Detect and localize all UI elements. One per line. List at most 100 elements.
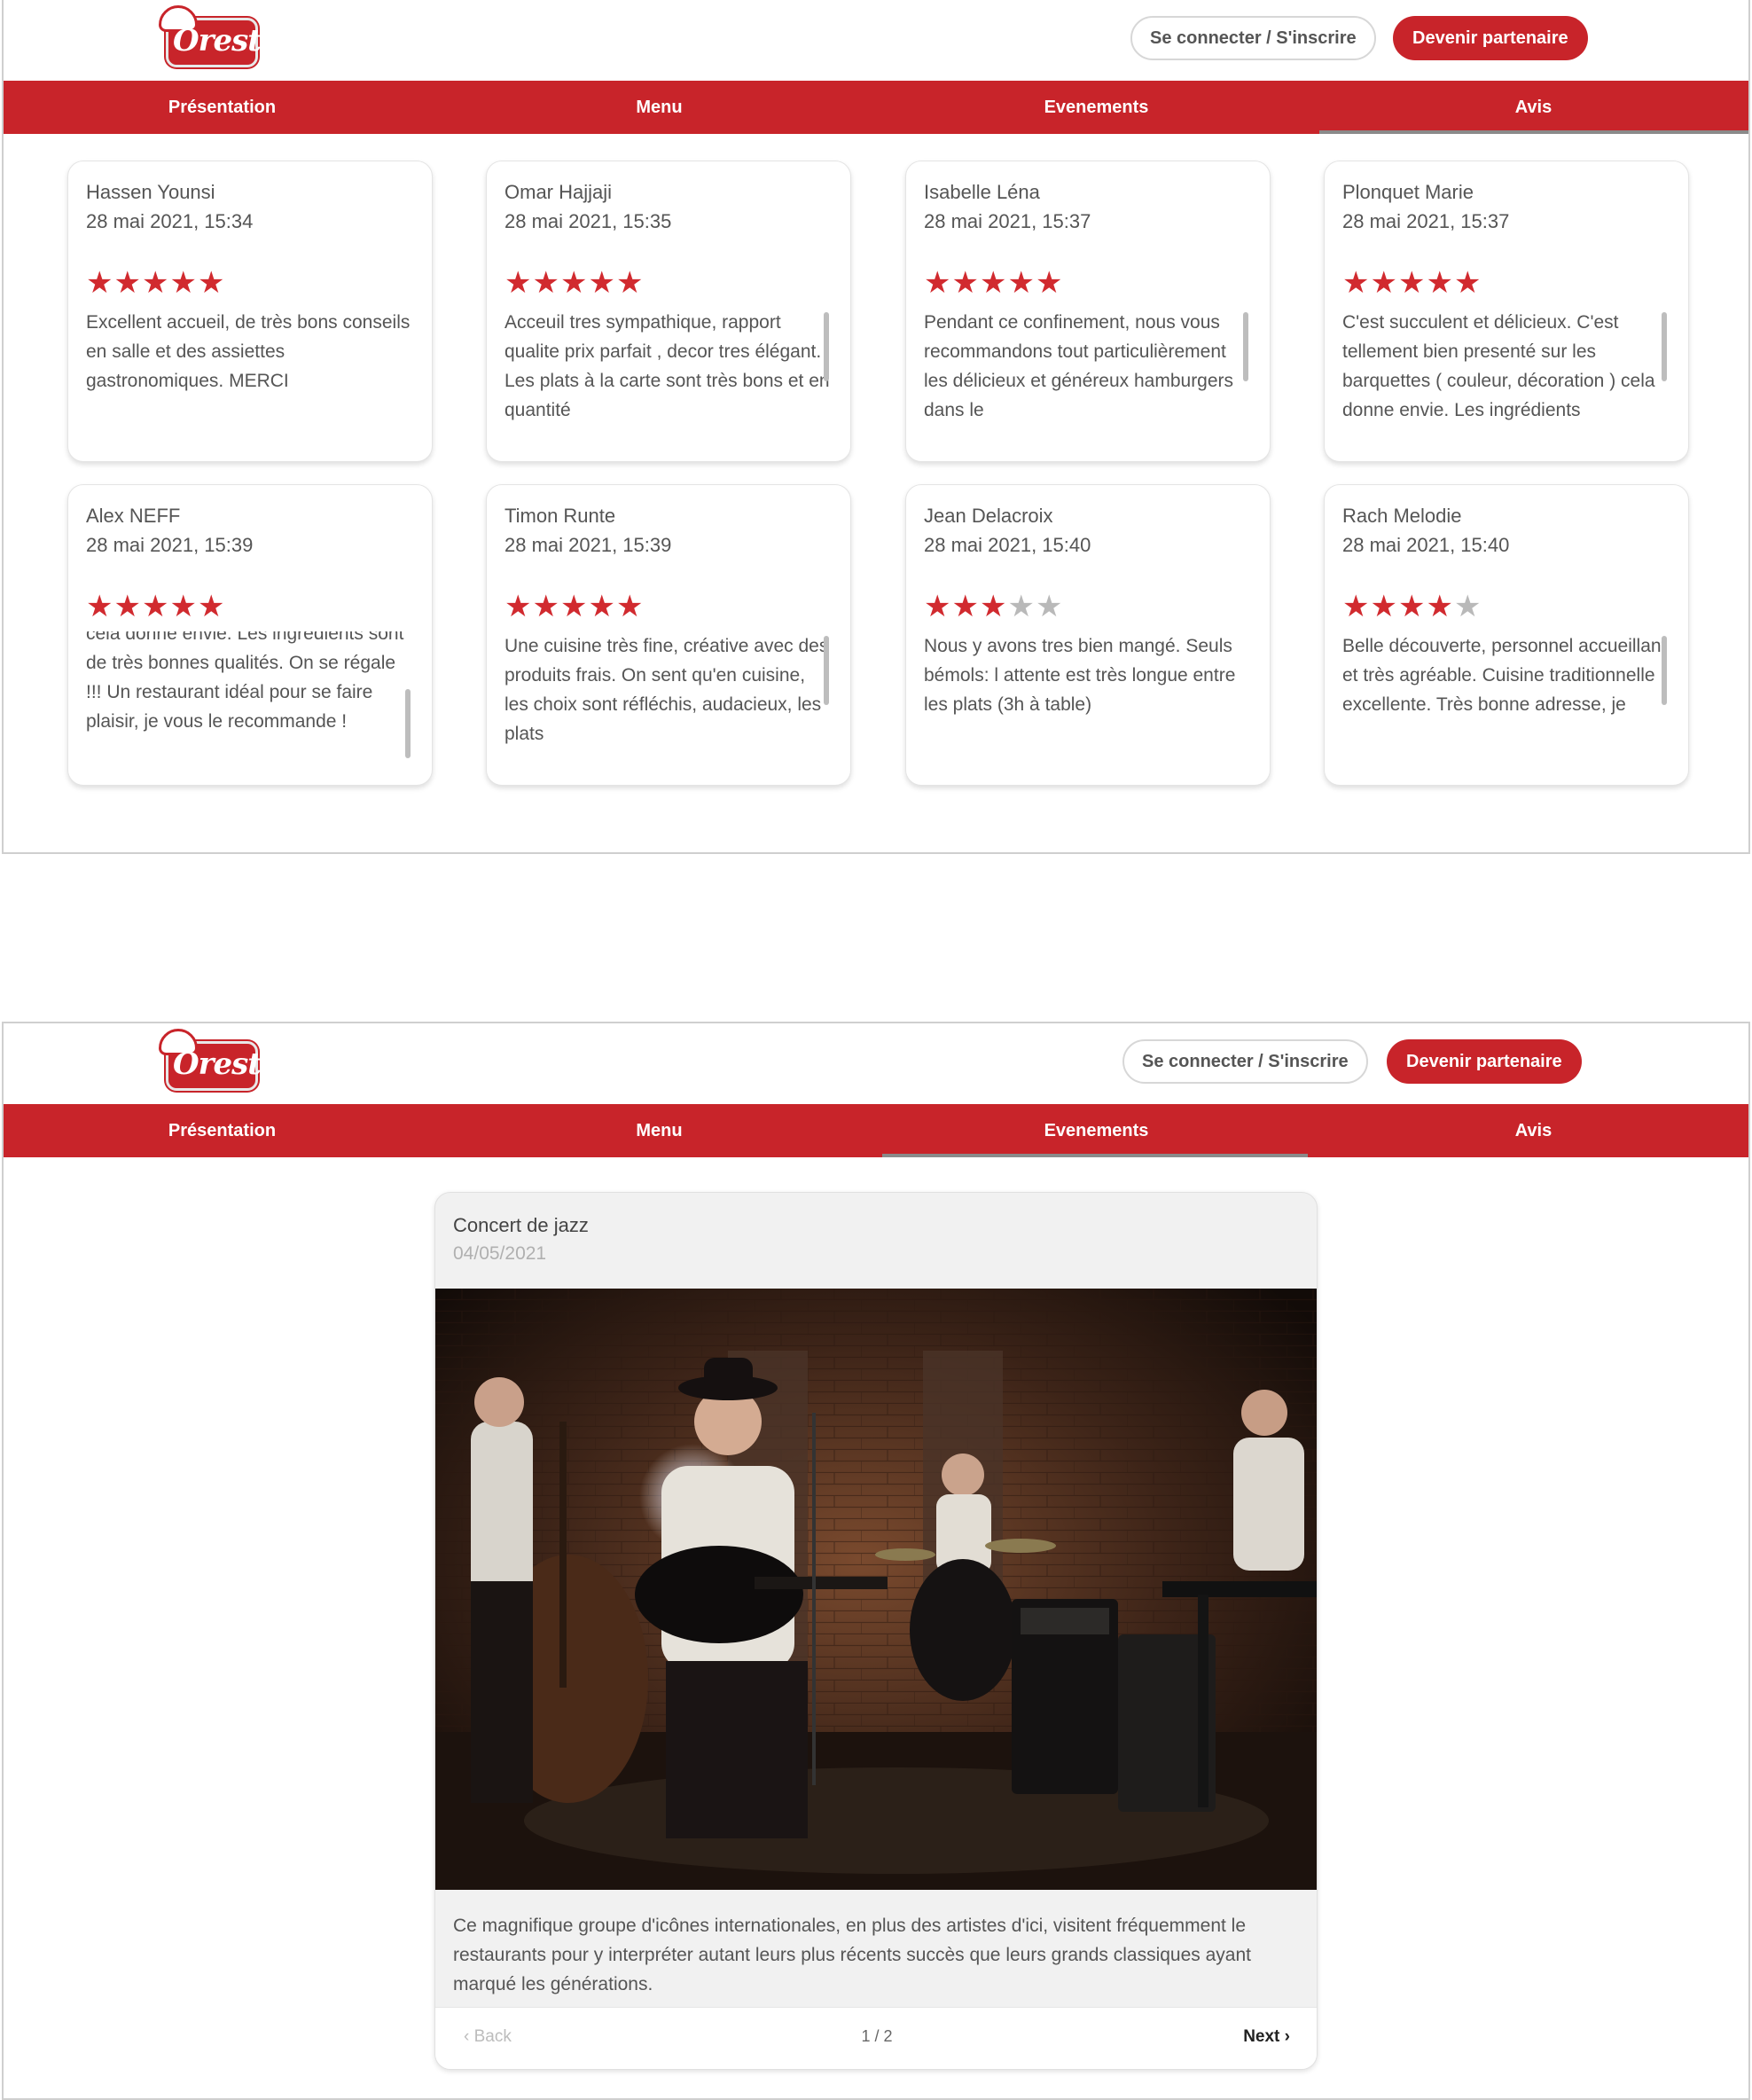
scrollbar[interactable] — [405, 689, 411, 758]
review-card: Jean Delacroix 28 mai 2021, 15:40 ★★★★★ Nou… — [905, 484, 1271, 786]
review-text: Une cuisine très fine, créative avec des… — [504, 636, 829, 744]
star-rating: ★★★★★ — [1342, 268, 1482, 298]
tab-avis[interactable]: Avis — [1315, 81, 1748, 134]
review-card: Omar Hajjaji 28 mai 2021, 15:35 ★★★★★ Acceu… — [486, 161, 851, 462]
become-partner-button[interactable]: Devenir partenaire — [1393, 16, 1588, 60]
review-card: Isabelle Léna 28 mai 2021, 15:37 ★★★★★ Pend… — [905, 161, 1271, 462]
chevron-right-icon: › — [1279, 2027, 1290, 2046]
event-date: 04/05/2021 — [453, 1243, 547, 1264]
star-icon: ★ — [1426, 266, 1454, 300]
review-text-scroll[interactable]: Nous y avons tres bien mangé. Seuls bémo… — [924, 631, 1250, 747]
active-tab-indicator — [882, 1154, 1308, 1157]
review-author: Alex NEFF — [86, 505, 181, 527]
review-card: Plonquet Marie 28 mai 2021, 15:37 ★★★★★ C'e… — [1324, 161, 1689, 462]
site-header: Oresto Se connecter / S'inscrire Devenir… — [4, 1023, 1748, 1104]
tab-evenements[interactable]: Evenements — [878, 81, 1315, 134]
review-text: Acceuil tres sympathique, rapport qualit… — [504, 312, 830, 420]
star-icon: ★ — [1035, 590, 1064, 623]
oresto-logo[interactable]: Oresto — [159, 5, 281, 67]
star-rating: ★★★★★ — [924, 592, 1063, 622]
main-nav: Présentation Menu Evenements Avis — [4, 81, 1748, 134]
star-icon: ★ — [1426, 590, 1454, 623]
star-icon: ★ — [615, 590, 645, 623]
review-text-scroll[interactable]: cela donne envie. Les ingrédients sont d… — [86, 631, 412, 747]
scrollbar[interactable] — [824, 636, 829, 705]
review-author: Jean Delacroix — [924, 505, 1053, 527]
review-text-scroll[interactable]: Acceuil tres sympathique, rapport qualit… — [504, 308, 831, 423]
site-header: Oresto Se connecter / S'inscrire Devenir… — [4, 0, 1748, 81]
review-date: 28 mai 2021, 15:40 — [1342, 534, 1510, 556]
star-rating: ★★★★★ — [86, 592, 225, 622]
event-title: Concert de jazz — [453, 1214, 589, 1236]
review-text-scroll[interactable]: Une cuisine très fine, créative avec des… — [504, 631, 831, 747]
star-icon: ★ — [86, 590, 114, 623]
review-text: Excellent accueil, de très bons conseils… — [86, 312, 411, 391]
star-icon: ★ — [924, 590, 952, 623]
oresto-logo[interactable]: Oresto — [159, 1029, 281, 1091]
scrollbar[interactable] — [824, 312, 829, 381]
review-text-scroll[interactable]: Pendant ce confinement, nous vous recomm… — [924, 308, 1250, 423]
review-date: 28 mai 2021, 15:37 — [924, 210, 1091, 232]
star-icon: ★ — [951, 266, 980, 300]
review-text-scroll[interactable]: Excellent accueil, de très bons conseils… — [86, 308, 412, 423]
tab-menu[interactable]: Menu — [441, 1104, 878, 1157]
tab-evenements[interactable]: Evenements — [878, 1104, 1315, 1157]
star-icon: ★ — [532, 590, 560, 623]
star-icon: ★ — [1370, 266, 1398, 300]
star-icon: ★ — [559, 266, 589, 300]
review-date: 28 mai 2021, 15:34 — [86, 210, 254, 232]
tab-menu[interactable]: Menu — [441, 81, 878, 134]
review-author: Isabelle Léna — [924, 181, 1040, 203]
tab-avis[interactable]: Avis — [1315, 1104, 1748, 1157]
review-author: Hassen Younsi — [86, 181, 215, 203]
review-text-scroll[interactable]: Belle découverte, personnel accueillant … — [1342, 631, 1669, 747]
star-icon: ★ — [1397, 590, 1427, 623]
jazz-band-photo — [435, 1289, 1317, 1890]
review-author: Plonquet Marie — [1342, 181, 1474, 203]
events-screen: Oresto Se connecter / S'inscrire Devenir… — [2, 1022, 1750, 2100]
star-icon: ★ — [1453, 266, 1482, 300]
star-icon: ★ — [979, 266, 1008, 300]
become-partner-button[interactable]: Devenir partenaire — [1387, 1039, 1582, 1084]
star-icon: ★ — [113, 590, 142, 623]
star-rating: ★★★★★ — [924, 268, 1063, 298]
active-tab-indicator — [1319, 130, 1748, 134]
login-signup-button[interactable]: Se connecter / S'inscrire — [1122, 1039, 1368, 1084]
star-icon: ★ — [1397, 266, 1427, 300]
star-rating: ★★★★★ — [504, 268, 644, 298]
review-text: Pendant ce confinement, nous vous recomm… — [924, 312, 1234, 420]
logo-text: Oresto — [173, 1046, 281, 1082]
star-icon: ★ — [1035, 266, 1064, 300]
scrollbar[interactable] — [1243, 312, 1248, 381]
star-icon: ★ — [197, 590, 226, 623]
star-icon: ★ — [504, 266, 533, 300]
star-rating: ★★★★★ — [1342, 592, 1482, 622]
star-icon: ★ — [532, 266, 560, 300]
star-icon: ★ — [1007, 266, 1036, 300]
star-rating: ★★★★★ — [86, 268, 225, 298]
star-icon: ★ — [504, 590, 533, 623]
star-icon: ★ — [1342, 266, 1371, 300]
review-date: 28 mai 2021, 15:40 — [924, 534, 1091, 556]
review-text: Belle découverte, personnel accueillant … — [1342, 636, 1667, 715]
review-date: 28 mai 2021, 15:35 — [504, 210, 672, 232]
star-icon: ★ — [559, 590, 589, 623]
star-icon: ★ — [141, 266, 170, 300]
main-nav: Présentation Menu Evenements Avis — [4, 1104, 1748, 1157]
tab-presentation[interactable]: Présentation — [4, 81, 441, 134]
scrollbar[interactable] — [1662, 312, 1667, 381]
tab-presentation[interactable]: Présentation — [4, 1104, 441, 1157]
review-text-scroll[interactable]: C'est succulent et délicieux. C'est tell… — [1342, 308, 1669, 423]
scrollbar[interactable] — [1662, 636, 1667, 705]
star-icon: ★ — [979, 590, 1008, 623]
login-signup-button[interactable]: Se connecter / S'inscrire — [1130, 16, 1376, 60]
page-indicator: 1 / 2 — [861, 2027, 893, 2045]
review-card: Timon Runte 28 mai 2021, 15:39 ★★★★★ Une cu… — [486, 484, 851, 786]
review-text: C'est succulent et délicieux. C'est tell… — [1342, 312, 1655, 420]
star-icon: ★ — [113, 266, 142, 300]
next-button[interactable]: Next › — [1243, 2027, 1290, 2047]
star-icon: ★ — [169, 266, 198, 300]
star-icon: ★ — [1007, 590, 1036, 623]
review-text: cela donne envie. Les ingrédients sont d… — [86, 631, 404, 732]
review-date: 28 mai 2021, 15:39 — [504, 534, 672, 556]
